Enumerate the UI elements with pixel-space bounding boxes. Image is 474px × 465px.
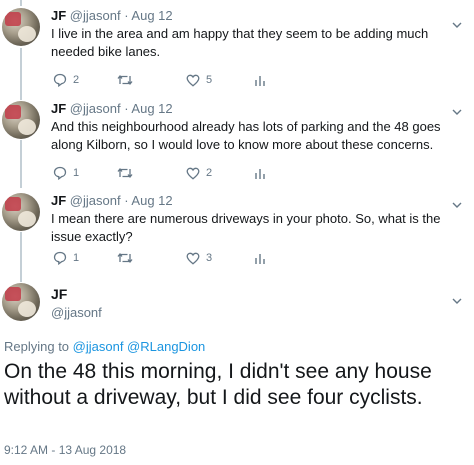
like-button[interactable]: 5 [186,71,212,89]
replying-to-handles[interactable]: @jjasonf @RLangDion [73,339,206,354]
author-name[interactable]: JF [51,8,66,23]
bar-chart-icon [255,75,265,86]
heart-icon [186,74,200,87]
author-handle[interactable]: @jjasonf [70,101,121,116]
thread-line [20,0,22,6]
heart-icon [186,252,200,265]
like-count: 5 [206,74,213,86]
chevron-down-icon[interactable] [452,296,462,306]
author-handle[interactable]: @jjasonf [70,193,121,208]
tweet-text: I live in the area and am happy that the… [51,26,429,59]
retweet-arrows-icon [117,74,133,86]
retweet-arrows-icon [117,167,133,179]
avatar[interactable] [2,8,40,46]
retweet-button[interactable] [117,71,139,89]
thread-line [20,48,22,100]
reply-button[interactable]: 1 [53,249,79,267]
tweet-timestamp[interactable]: 9:12 AM - 13 Aug 2018 [4,443,126,457]
reply-count: 1 [73,252,80,264]
author-handle[interactable]: @jjasonf [51,305,102,320]
reply-count: 1 [73,167,80,179]
author-name[interactable]: JF [51,101,66,116]
analytics-button[interactable] [254,249,266,267]
retweet-button[interactable] [117,164,139,182]
author-name[interactable]: JF [51,193,66,208]
thread-line [20,232,22,282]
reply-button[interactable]: 2 [53,71,79,89]
tweet-text: I mean there are numerous driveways in y… [51,211,441,244]
bar-chart-icon [255,253,265,264]
tweet-text: On the 48 this morning, I didn't see any… [4,360,432,409]
reply-button[interactable]: 1 [53,164,79,182]
like-button[interactable]: 2 [186,164,212,182]
tweet-header: JF @jjasonf · Aug 12 [51,8,173,24]
tweet-text: And this neighbourhood already has lots … [51,119,441,152]
speech-bubble-icon [53,251,67,265]
chevron-down-icon[interactable] [452,200,462,210]
retweet-arrows-icon [117,252,133,264]
speech-bubble-icon [53,166,67,180]
author-handle[interactable]: @jjasonf [70,8,121,23]
analytics-button[interactable] [254,164,266,182]
bar-chart-icon [255,168,265,179]
heart-icon [186,167,200,180]
tweet-header: JF @jjasonf · Aug 12 [51,101,173,117]
tweet-date[interactable]: · Aug 12 [124,101,172,116]
avatar[interactable] [2,101,40,139]
like-count: 3 [206,252,213,264]
replying-to: Replying to @jjasonf @RLangDion [4,339,205,354]
tweet-date[interactable]: · Aug 12 [124,8,172,23]
thread-line [20,140,22,188]
avatar[interactable] [2,193,40,231]
avatar[interactable] [2,283,40,321]
analytics-button[interactable] [254,71,266,89]
author-name[interactable]: JF [51,286,67,302]
tweet-date[interactable]: · Aug 12 [124,193,172,208]
tweet-header: JF @jjasonf · Aug 12 [51,193,173,209]
replying-to-label: Replying to [4,339,73,354]
reply-count: 2 [73,74,80,86]
chevron-down-icon[interactable] [452,107,462,117]
speech-bubble-icon [53,73,67,87]
like-count: 2 [206,167,213,179]
retweet-button[interactable] [117,249,139,267]
chevron-down-icon[interactable] [452,20,462,30]
like-button[interactable]: 3 [186,249,212,267]
